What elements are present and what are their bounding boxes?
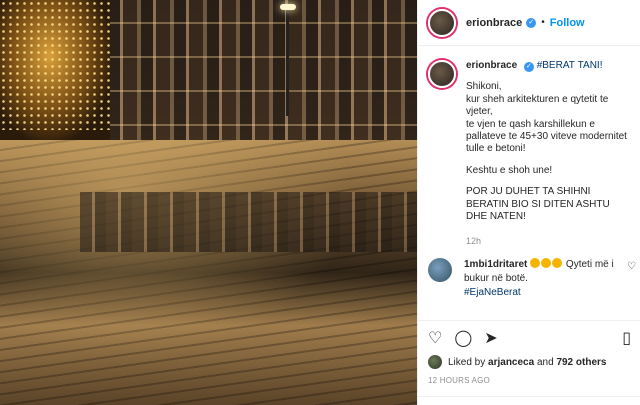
- author-username[interactable]: erionbrace: [466, 17, 522, 29]
- post-timestamp[interactable]: 12 HOURS AGO: [428, 376, 631, 385]
- header-separator: •: [541, 17, 545, 28]
- caption-time[interactable]: 12h: [466, 235, 630, 247]
- photo-lamp-light: [280, 4, 296, 10]
- caption-line: Shikoni,: [466, 81, 502, 93]
- photo-street-lamp: [286, 6, 289, 116]
- likes-and: and: [536, 356, 554, 368]
- comment-like-heart-icon[interactable]: ♡: [627, 261, 636, 272]
- likes-others[interactable]: 792 others: [556, 357, 606, 368]
- verified-badge-icon: ✓: [523, 62, 534, 72]
- comment-item: 1mbi1dritaret Qyteti më i bukur në botë.…: [418, 248, 640, 300]
- post-side-panel: erionbrace ✓ • Follow erionbrace ✓ #BERA…: [417, 0, 640, 405]
- post-photo[interactable]: [0, 0, 417, 405]
- caption-title: erionbrace ✓ #BERAT TANI!: [466, 60, 630, 72]
- post-actions: ♡ ◯ ➤ ▯ Liked by arjanceca and 792 other…: [418, 320, 640, 385]
- photo-building-lights: [90, 0, 417, 140]
- caption-line: POR JU DUHET TA SHIHNI BERATIN BIO SI DI…: [466, 186, 610, 223]
- likes-line: Liked by arjanceca and 792 others: [428, 355, 631, 369]
- verified-badge-icon: ✓: [526, 17, 537, 28]
- caption-line: te vjen te qash karshillekun e pallateve…: [466, 118, 627, 155]
- photo-tree-lights: [0, 0, 110, 130]
- share-icon[interactable]: ➤: [484, 328, 497, 348]
- author-avatar[interactable]: [428, 8, 456, 37]
- commenter-username[interactable]: 1mbi1dritaret: [464, 259, 527, 270]
- clap-emoji-icon: [530, 257, 563, 270]
- post-header: erionbrace ✓ • Follow: [418, 0, 640, 46]
- liker-avatar[interactable]: [428, 355, 442, 369]
- photo-wet-pavement: [0, 140, 417, 405]
- action-icons-row: ♡ ◯ ➤ ▯: [428, 327, 631, 349]
- caption-avatar[interactable]: [428, 60, 456, 88]
- caption: erionbrace ✓ #BERAT TANI! Shikoni, kur s…: [418, 46, 640, 248]
- caption-title-rest: TANI!: [577, 60, 603, 71]
- add-comment-bar[interactable]: [418, 396, 640, 405]
- bookmark-icon[interactable]: ▯: [622, 328, 631, 348]
- liker-username[interactable]: arjanceca: [488, 357, 534, 368]
- caption-username[interactable]: erionbrace: [466, 60, 517, 71]
- heart-icon[interactable]: ♡: [428, 328, 442, 348]
- comment-icon[interactable]: ◯: [454, 328, 472, 348]
- caption-line: Keshtu e shoh une!: [466, 164, 553, 176]
- caption-hashtag[interactable]: #BERAT: [537, 60, 575, 71]
- caption-body: Shikoni, kur sheh arkitekturen e qytetit…: [466, 81, 630, 223]
- commenter-avatar[interactable]: [428, 257, 452, 282]
- follow-button[interactable]: Follow: [550, 17, 585, 29]
- photo-reflection: [80, 192, 417, 252]
- comment-hashtag[interactable]: #EjaNeBerat: [464, 287, 521, 298]
- likes-prefix: Liked by: [448, 356, 486, 368]
- caption-line: kur sheh arkitekturen e qytetit te vjete…: [466, 93, 609, 118]
